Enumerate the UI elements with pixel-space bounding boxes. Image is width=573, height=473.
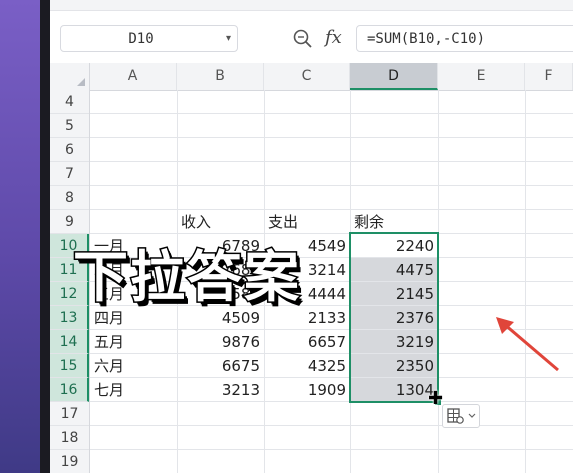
name-box-value: D10 xyxy=(128,31,154,47)
autofill-options-button[interactable] xyxy=(442,404,480,428)
cell-a15[interactable]: 六月 xyxy=(90,354,177,378)
cell-b14[interactable]: 9876 xyxy=(177,330,264,354)
row-header[interactable]: 14 xyxy=(50,330,89,354)
ribbon-edge xyxy=(50,0,573,11)
row-header[interactable]: 16 xyxy=(50,378,89,402)
row-header[interactable]: 7 xyxy=(50,162,89,186)
row-header[interactable]: 18 xyxy=(50,426,89,450)
overlay-caption: 下拉答案 xyxy=(71,244,302,311)
device-bezel xyxy=(40,0,50,473)
row-header[interactable]: 19 xyxy=(50,450,89,473)
row-header[interactable]: 9 xyxy=(50,210,89,234)
column-header-f[interactable]: F xyxy=(525,63,573,90)
grid-line xyxy=(90,137,573,138)
grid-line xyxy=(90,113,573,114)
formula-text: =SUM(B10,-C10) xyxy=(367,31,486,47)
cell-c16[interactable]: 1909 xyxy=(264,378,350,402)
selection-border xyxy=(349,232,439,403)
column-header-d[interactable]: D xyxy=(350,63,438,90)
row-header[interactable]: 4 xyxy=(50,90,89,114)
row-header[interactable]: 8 xyxy=(50,186,89,210)
zoom-formula-icon[interactable] xyxy=(292,28,314,50)
cell-c14[interactable]: 6657 xyxy=(264,330,350,354)
select-all-corner[interactable] xyxy=(50,63,90,90)
name-box[interactable]: D10 ▾ xyxy=(60,25,238,52)
formula-input[interactable]: =SUM(B10,-C10) xyxy=(356,25,573,52)
fx-icon[interactable]: fx xyxy=(325,27,342,48)
cell-d9[interactable]: 剩余 xyxy=(350,210,438,234)
row-header[interactable]: 17 xyxy=(50,402,89,426)
grid-line xyxy=(90,425,573,426)
chevron-down-icon[interactable]: ▾ xyxy=(226,33,231,44)
cell-a14[interactable]: 五月 xyxy=(90,330,177,354)
cell-b9[interactable]: 收入 xyxy=(177,210,264,234)
cell-a16[interactable]: 七月 xyxy=(90,378,177,402)
cell-c9[interactable]: 支出 xyxy=(264,210,350,234)
row-header[interactable]: 15 xyxy=(50,354,89,378)
grid-line xyxy=(90,449,573,450)
crosshair-cursor-icon: ✚ xyxy=(428,388,444,409)
column-header-e[interactable]: E xyxy=(438,63,525,90)
spreadsheet-app: D10 ▾ fx =SUM(B10,-C10) A B C D E F 4 5 … xyxy=(50,0,573,473)
row-header[interactable]: 6 xyxy=(50,138,89,162)
column-headers: A B C D E F xyxy=(50,63,573,91)
autofill-options-icon xyxy=(447,408,476,424)
column-header-c[interactable]: C xyxy=(264,63,350,90)
annotation-arrow-icon xyxy=(496,317,559,372)
row-header[interactable]: 5 xyxy=(50,114,89,138)
cell-c15[interactable]: 4325 xyxy=(264,354,350,378)
cell-b16[interactable]: 3213 xyxy=(177,378,264,402)
column-header-a[interactable]: A xyxy=(89,63,177,90)
column-header-b[interactable]: B xyxy=(177,63,264,90)
grid-line xyxy=(90,185,573,186)
grid-line xyxy=(90,161,573,162)
cell-b15[interactable]: 6675 xyxy=(177,354,264,378)
